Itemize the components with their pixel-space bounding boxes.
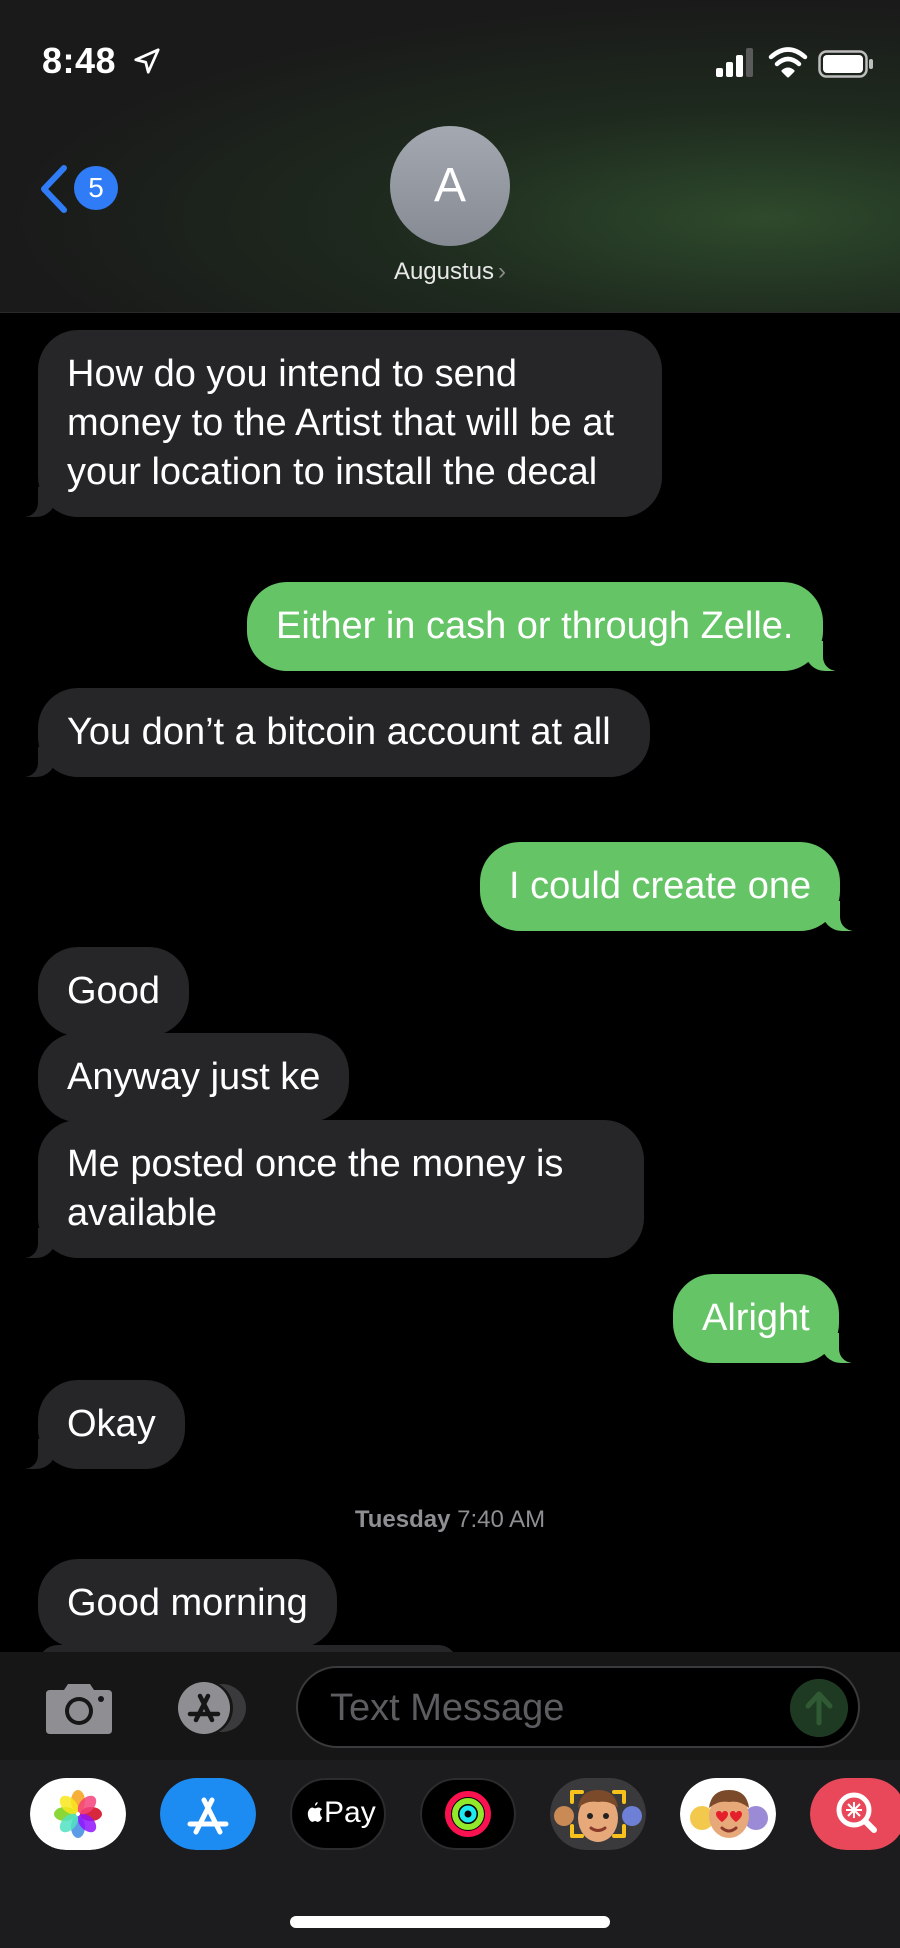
- app-store-apps-icon[interactable]: [166, 1680, 256, 1736]
- message-bubble-partial[interactable]: [38, 1645, 458, 1652]
- conversation-header: 8:48 5 A Augustus ›: [0, 0, 900, 313]
- timestamp-day: Tuesday: [354, 1506, 451, 1533]
- status-time: 8:48: [42, 40, 117, 81]
- message-input[interactable]: [328, 1678, 752, 1738]
- apple-logo-icon: [307, 1802, 323, 1822]
- message-bubble[interactable]: Me posted once the money is available: [16, 1120, 644, 1258]
- contact-name[interactable]: Augustus ›: [0, 258, 900, 286]
- cellular-signal-icon: [716, 48, 753, 77]
- message-bubble[interactable]: Anyway just ke: [38, 1033, 350, 1122]
- apple-pay-app-icon[interactable]: Pay: [290, 1778, 386, 1850]
- home-indicator[interactable]: [290, 1916, 610, 1928]
- memoji-stickers-app-icon[interactable]: [680, 1778, 776, 1850]
- photos-app-icon[interactable]: [30, 1778, 126, 1850]
- message-bubble[interactable]: Good morning: [38, 1559, 337, 1648]
- camera-icon[interactable]: [42, 1682, 116, 1736]
- timestamp-time: 7:40 AM: [457, 1506, 546, 1533]
- chevron-right-icon: ›: [498, 258, 507, 285]
- message-bubble[interactable]: Either in cash or through Zelle.: [247, 582, 844, 671]
- contact-name-label[interactable]: Augustus: [394, 258, 494, 285]
- fitness-app-icon[interactable]: [420, 1778, 516, 1850]
- message-bubble[interactable]: Alright: [673, 1274, 861, 1363]
- message-text-field[interactable]: [296, 1666, 860, 1748]
- message-bubble[interactable]: I could create one: [480, 842, 863, 931]
- message-composer: [0, 1652, 900, 1760]
- imessage-app-drawer: Pay: [0, 1760, 900, 1948]
- message-bubble[interactable]: Good: [38, 947, 189, 1036]
- apple-pay-label: Pay: [324, 1796, 376, 1829]
- contact-avatar[interactable]: A: [390, 126, 510, 246]
- location-arrow-icon: [134, 48, 160, 74]
- message-thread[interactable]: How do you intend to send money to the A…: [0, 312, 900, 1652]
- unread-count-badge[interactable]: 5: [74, 166, 118, 210]
- message-bubble[interactable]: How do you intend to send money to the A…: [16, 330, 662, 517]
- memoji-app-icon[interactable]: [550, 1778, 646, 1850]
- message-bubble[interactable]: Okay: [16, 1380, 185, 1469]
- back-chevron-icon[interactable]: [36, 164, 72, 214]
- search-images-app-icon[interactable]: [810, 1778, 900, 1850]
- wifi-icon: [768, 47, 808, 78]
- send-arrow-icon[interactable]: [790, 1679, 848, 1737]
- battery-icon: [818, 50, 873, 78]
- app-store-app-icon[interactable]: [160, 1778, 256, 1850]
- message-bubble[interactable]: You don’t a bitcoin account at all: [16, 688, 650, 777]
- message-timestamp: Tuesday 7:40 AM: [0, 1506, 900, 1534]
